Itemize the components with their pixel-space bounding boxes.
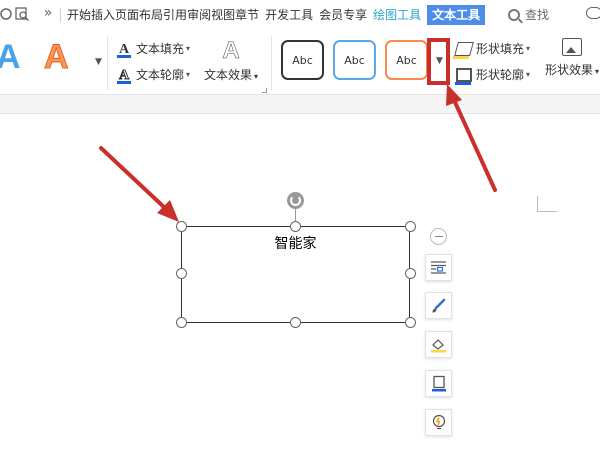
resize-handle-right[interactable]: [405, 268, 416, 279]
page-margin-marker: [537, 196, 557, 212]
shape-styles-more-icon[interactable]: ▼: [436, 56, 443, 66]
ribbon-toolbar: A A ▼ A 文本填充 ▾ A 文本轮廓 ▾ A 文本效果 ▾ Abc Abc …: [0, 30, 600, 94]
menu-divider: [60, 8, 61, 22]
shape-fill-icon: [431, 338, 446, 352]
tab-drawing-tools[interactable]: 绘图工具: [373, 6, 421, 24]
preview-search-icon[interactable]: [14, 6, 30, 22]
shape-effect-button[interactable]: 形状效果 ▾: [542, 38, 600, 78]
shape-style-black[interactable]: Abc: [281, 40, 324, 80]
shape-outline-label: 形状轮廓: [476, 68, 525, 82]
text-effect-label: 文本效果 ▾: [203, 68, 259, 82]
resize-handle-top-right[interactable]: [405, 221, 416, 232]
search-label: 查找: [525, 8, 550, 22]
rotate-stem: [295, 209, 296, 221]
tab-review[interactable]: 审阅: [187, 6, 211, 24]
shape-outline-icon: [431, 375, 446, 392]
text-art-style-blue[interactable]: A: [0, 38, 21, 77]
chevron-down-icon: ▾: [186, 70, 191, 79]
ribbon-divider: [271, 36, 272, 90]
shape-style-blue[interactable]: Abc: [333, 40, 376, 80]
text-fill-button[interactable]: A 文本填充 ▾: [116, 40, 191, 58]
search-icon: [508, 8, 520, 21]
cloud-icon[interactable]: [586, 7, 600, 19]
tab-developer[interactable]: 开发工具: [265, 6, 313, 24]
tab-page-layout[interactable]: 页面布局: [115, 6, 163, 24]
tab-references[interactable]: 引用: [163, 6, 187, 24]
wps-window: » 开始 插入 页面布局 引用 审阅 视图 章节 开发工具 会员专享 绘图工具 …: [0, 0, 600, 450]
shape-outline-quick-button[interactable]: [425, 370, 452, 397]
text-effect-icon: A: [222, 37, 240, 64]
resize-handle-bottom[interactable]: [290, 317, 301, 328]
shape-fill-label: 形状填充: [476, 42, 525, 56]
text-outline-button[interactable]: A 文本轮廓 ▾: [116, 66, 191, 84]
shape-styles-more-highlight: ▼: [427, 38, 450, 85]
tab-membership[interactable]: 会员专享: [319, 6, 367, 24]
shape-outline-button[interactable]: 形状轮廓 ▾: [455, 66, 531, 85]
chevron-down-icon: ▾: [254, 72, 259, 81]
collapse-toolbar-icon[interactable]: [430, 228, 447, 245]
chevron-down-icon: ▾: [595, 67, 600, 76]
text-outline-icon: A: [117, 67, 131, 84]
layout-options-icon: [431, 261, 446, 274]
more-menus-icon[interactable]: »: [40, 5, 56, 21]
shape-fill-quick-button[interactable]: [425, 331, 452, 358]
shape-effect-label: 形状效果 ▾: [544, 63, 600, 77]
ribbon-divider: [107, 36, 108, 90]
text-art-style-orange[interactable]: A: [44, 38, 70, 77]
tab-home[interactable]: 开始: [67, 6, 91, 24]
layout-options-button[interactable]: [425, 254, 452, 281]
menu-bar: » 开始 插入 页面布局 引用 审阅 视图 章节 开发工具 会员专享 绘图工具 …: [0, 0, 600, 30]
shape-style-orange[interactable]: Abc: [385, 40, 428, 80]
ruler-band: [0, 94, 600, 114]
resize-handle-bottom-left[interactable]: [176, 317, 187, 328]
text-outline-label: 文本轮廓: [136, 68, 185, 82]
group-dialog-launcher-icon[interactable]: [262, 88, 267, 93]
tab-text-tools[interactable]: 文本工具: [427, 5, 486, 25]
selected-text-box[interactable]: 智能家: [181, 226, 410, 323]
shape-fill-button[interactable]: 形状填充 ▾: [452, 40, 531, 59]
text-effect-button[interactable]: A 文本效果 ▾: [200, 37, 262, 83]
shape-fill-icon: [452, 41, 474, 59]
tab-section[interactable]: 章节: [235, 6, 259, 24]
text-art-more-icon[interactable]: ▼: [95, 57, 102, 67]
shape-outline-icon: [455, 67, 472, 85]
smart-tips-button[interactable]: [425, 409, 452, 436]
resize-handle-top[interactable]: [290, 221, 301, 232]
shape-effect-icon: [562, 38, 582, 56]
chevron-down-icon: ▾: [186, 44, 191, 53]
text-fill-label: 文本填充: [136, 42, 185, 56]
search-button[interactable]: 查找: [508, 6, 549, 23]
chevron-down-icon: ▾: [526, 70, 531, 79]
chevron-down-icon: ▾: [526, 44, 531, 53]
tab-insert[interactable]: 插入: [91, 6, 115, 24]
shape-style-brush-icon: [431, 298, 445, 313]
sync-icon[interactable]: [0, 6, 14, 22]
rotate-handle-icon[interactable]: [287, 192, 304, 209]
tab-view[interactable]: 视图: [211, 6, 235, 24]
menu-tabs: 开始 插入 页面布局 引用 审阅 视图 章节 开发工具 会员专享 绘图工具 文本…: [67, 5, 486, 25]
text-fill-icon: A: [117, 41, 131, 58]
shape-text[interactable]: 智能家: [182, 233, 409, 253]
resize-handle-top-left[interactable]: [176, 221, 187, 232]
resize-handle-bottom-right[interactable]: [405, 317, 416, 328]
smart-tips-bulb-icon: [432, 414, 445, 430]
shape-style-button[interactable]: [425, 292, 452, 319]
resize-handle-left[interactable]: [176, 268, 187, 279]
